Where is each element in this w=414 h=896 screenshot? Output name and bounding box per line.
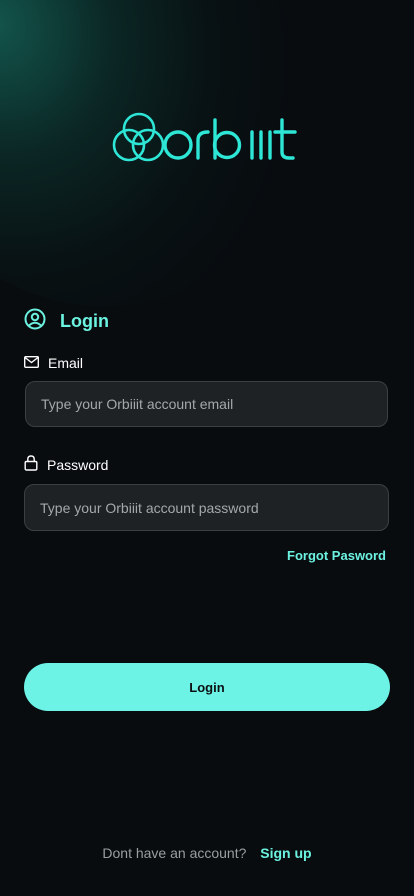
signup-link[interactable]: Sign up	[260, 845, 311, 861]
login-button[interactable]: Login	[24, 663, 390, 711]
login-section-header: Login	[24, 308, 109, 335]
signup-prompt: Dont have an account?	[102, 845, 247, 861]
password-field[interactable]	[24, 484, 389, 531]
envelope-icon	[23, 355, 40, 371]
lock-icon	[24, 455, 38, 474]
forgot-password-link[interactable]: Forgot Pasword	[287, 548, 386, 563]
signup-row: Dont have an account? Sign up	[0, 845, 414, 861]
orbiiit-logo	[112, 112, 302, 168]
user-circle-icon	[24, 308, 46, 335]
password-label-text: Password	[47, 456, 109, 473]
email-label-text: Email	[48, 355, 84, 371]
login-section-title: Login	[60, 311, 109, 331]
email-field[interactable]	[25, 381, 388, 427]
email-label: Email	[23, 355, 84, 371]
password-label: Password	[24, 455, 108, 474]
